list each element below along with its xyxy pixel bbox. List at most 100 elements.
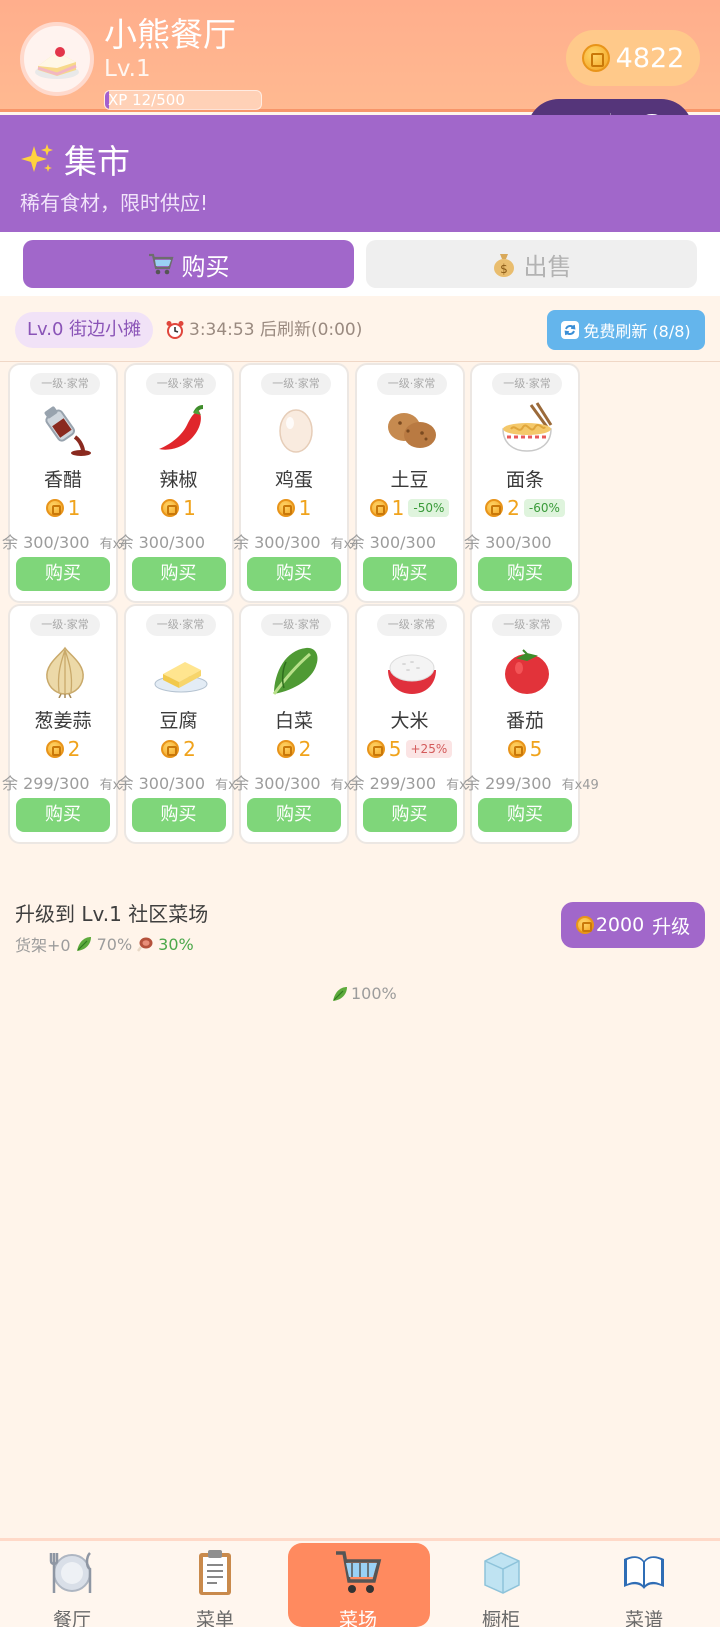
buy-button[interactable]: 购买 <box>247 557 341 591</box>
coin-balance[interactable]: 4822 <box>566 30 700 86</box>
nav-label: 菜单 <box>195 1609 234 1627</box>
ingredient-price: 2 -60% <box>472 496 578 520</box>
tier-tag: 一级·家常 <box>261 614 331 636</box>
tofu-icon <box>151 642 211 698</box>
coin-icon <box>161 740 180 758</box>
nav-item-restaurant[interactable]: 餐厅 <box>2 1541 142 1627</box>
ingredient-price: 1 -50% <box>357 496 463 520</box>
free-refresh-button[interactable]: 免费刷新 (8/8) <box>547 310 705 350</box>
buy-button[interactable]: 购买 <box>478 798 572 832</box>
price-value: 2 <box>507 496 520 520</box>
refresh-timer: 3:34:53 后刷新(0:00) <box>165 312 362 348</box>
price-value: 5 <box>388 737 402 761</box>
xp-text: XP 12/500 <box>108 91 185 109</box>
veg-ratio-text: 100% <box>351 984 397 1003</box>
stock-remaining: 余 299/300 <box>2 774 90 793</box>
cake-icon <box>35 47 79 79</box>
bottom-nav: 餐厅 菜单 菜场 橱柜 菜谱 <box>0 1538 720 1627</box>
banner-subtitle: 稀有食材，限时供应! <box>20 191 209 215</box>
price-value: 2 <box>298 737 312 761</box>
free-refresh-label: 免费刷新 (8/8) <box>583 322 691 341</box>
nav-item-cart[interactable]: 菜场 <box>288 1541 430 1627</box>
ingredient-name: 大米 <box>390 710 429 732</box>
ingredient-card: 一级·家常 大米 5 +25% 余 299/300 有x 购买 <box>349 604 467 844</box>
svg-text:$: $ <box>500 262 508 276</box>
buy-button[interactable]: 购买 <box>131 798 226 832</box>
price-value: 1 <box>298 496 312 520</box>
stock-info: 余 300/300 有x4 <box>233 529 360 553</box>
coin-icon <box>45 499 64 517</box>
buy-button[interactable]: 购买 <box>362 798 457 832</box>
coin-count: 4822 <box>615 42 685 74</box>
nav-label: 菜谱 <box>624 1609 663 1627</box>
ingredient-price: 2 <box>241 737 347 761</box>
price-value: 1 <box>67 496 81 520</box>
cabinet-icon <box>477 1547 525 1597</box>
nav-label: 橱柜 <box>481 1609 520 1627</box>
stock-remaining: 余 299/300 <box>464 774 552 793</box>
upgrade-cost: 2000 <box>595 914 645 936</box>
upgrade-button[interactable]: 2000 升级 <box>561 902 705 948</box>
ingredient-card: 一级·家常 辣椒 1 余 300/300 购买 <box>118 363 234 603</box>
nav-item-clipboard[interactable]: 菜单 <box>145 1541 285 1627</box>
buy-button[interactable]: 购买 <box>131 557 226 591</box>
clipboard-icon <box>191 1547 239 1597</box>
book-icon <box>620 1547 668 1597</box>
ingredient-price: 2 <box>126 737 232 761</box>
tab-buy-label: 购买 <box>181 252 230 281</box>
banner-title: 集市 <box>20 135 130 183</box>
ingredient-card: 一级·家常 白菜 2 余 300/300 有x 购买 <box>233 604 351 844</box>
vinegar-icon <box>35 401 95 457</box>
money-bag-icon: $ <box>493 254 514 277</box>
ingredient-price: 1 <box>126 496 232 520</box>
cart-icon <box>334 1547 382 1597</box>
price-value: 1 <box>391 496 405 520</box>
ingredient-card: 一级·家常 面条 2 -60% 余 300/300 购买 <box>464 363 580 603</box>
stock-info: 余 300/300 有x <box>118 770 236 794</box>
ingredient-card: 一级·家常 番茄 5 余 299/300 有x49 购买 <box>464 604 599 844</box>
market-info-bar: Lv.0 街边小摊 3:34:53 后刷新(0:00) 免费刷新 (8/8) <box>0 300 720 362</box>
onion-icon <box>35 642 95 699</box>
rice-icon <box>382 642 442 698</box>
ingredient-name: 辣椒 <box>159 469 198 491</box>
tab-sell-label: 出售 <box>523 252 572 281</box>
tier-tag: 一级·家常 <box>30 614 100 636</box>
ingredient-card: 一级·家常 豆腐 2 余 300/300 有x 购买 <box>118 604 236 844</box>
avatar[interactable] <box>20 22 94 96</box>
tab-buy[interactable]: 购买 <box>23 240 354 288</box>
coin-icon <box>575 916 594 934</box>
ingredient-price: 5 <box>472 737 578 761</box>
coin-icon <box>485 499 504 517</box>
ingredient-card: 一级·家常 土豆 1 -50% 余 300/300 购买 <box>349 363 465 603</box>
tier-tag: 一级·家常 <box>30 373 100 395</box>
stock-remaining: 余 300/300 <box>348 533 437 552</box>
ingredient-name: 鸡蛋 <box>274 469 313 491</box>
stock-info: 余 300/300 有x <box>233 770 351 794</box>
buy-button[interactable]: 购买 <box>16 798 110 832</box>
leafy-green-icon <box>333 986 347 1001</box>
stock-info: 余 299/300 有x <box>2 770 120 794</box>
tier-tag: 一级·家常 <box>492 373 562 395</box>
buy-button[interactable]: 购买 <box>478 557 572 591</box>
nav-item-cabinet[interactable]: 橱柜 <box>431 1541 571 1627</box>
refresh-icon <box>561 321 580 339</box>
coin-icon <box>276 740 295 758</box>
stock-info: 余 300/300 <box>349 529 437 553</box>
ingredient-price: 1 <box>241 496 347 520</box>
tier-tag: 一级·家常 <box>492 614 562 636</box>
nav-item-book[interactable]: 菜谱 <box>574 1541 714 1627</box>
stock-info: 余 300/300 <box>118 529 206 553</box>
stock-info: 余 299/300 有x49 <box>464 770 599 794</box>
buy-button[interactable]: 购买 <box>16 557 110 591</box>
buy-button[interactable]: 购买 <box>247 798 341 832</box>
price-value: 2 <box>183 737 196 761</box>
leafy-green-icon <box>76 937 91 951</box>
buy-button[interactable]: 购买 <box>362 557 457 591</box>
stock-remaining: 余 300/300 <box>464 533 552 552</box>
stock-remaining: 余 300/300 <box>2 533 90 552</box>
refresh-timer-text: 3:34:53 后刷新(0:00) <box>189 320 363 340</box>
tab-sell[interactable]: $ 出售 <box>366 240 697 288</box>
potato-icon <box>382 401 442 457</box>
tier-tag: 一级·家常 <box>376 614 447 636</box>
ingredient-card: 一级·家常 鸡蛋 1 余 300/300 有x4 购买 <box>233 363 360 603</box>
